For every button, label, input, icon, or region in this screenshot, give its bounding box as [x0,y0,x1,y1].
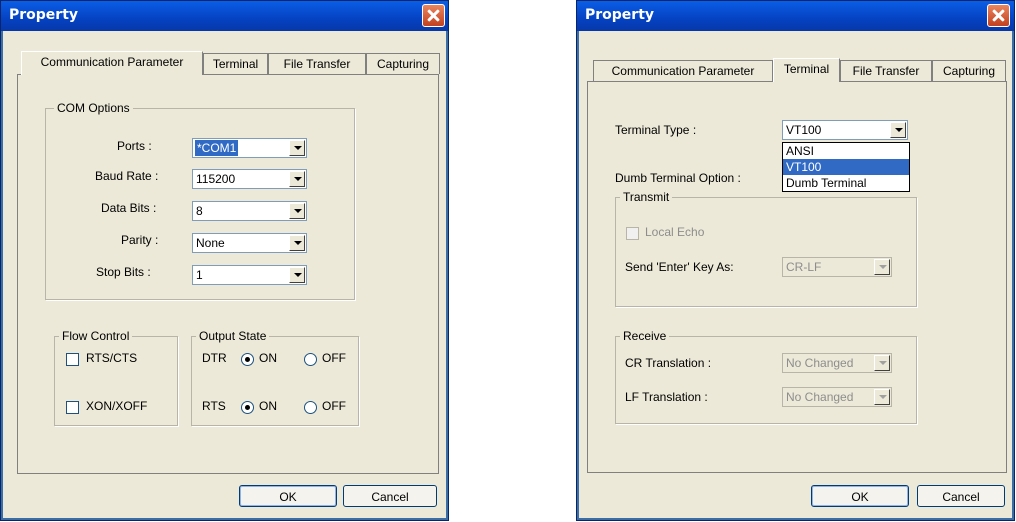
tab-capturing[interactable]: Capturing [932,60,1006,81]
lf-translation-value: No Changed [786,390,854,404]
terminal-type-select[interactable]: VT100 [782,120,908,140]
ports-select[interactable]: *COM1 [192,138,307,158]
cr-translation-select[interactable]: No Changed [782,353,892,373]
lf-translation-select[interactable]: No Changed [782,387,892,407]
parity-label: Parity : [121,233,159,247]
dtr-off-label[interactable]: OFF [322,351,346,365]
cr-translation-value: No Changed [786,356,854,370]
lf-translation-label: LF Translation : [625,390,708,404]
flow-control-legend: Flow Control [59,329,133,343]
dropdown-option-ansi[interactable]: ANSI [783,143,909,159]
stop-bits-select[interactable]: 1 [192,265,307,285]
terminal-type-dropdown: ANSI VT100 Dumb Terminal [782,142,910,192]
output-state-legend: Output State [196,329,270,343]
dropdown-option-vt100[interactable]: VT100 [783,159,909,175]
dropdown-option-dumb-terminal[interactable]: Dumb Terminal [783,175,909,191]
dtr-label: DTR [202,351,227,365]
baud-rate-value: 115200 [196,172,236,186]
rts-off-label[interactable]: OFF [322,399,346,413]
dialog-title: Property [585,7,655,23]
chevron-down-icon[interactable] [874,355,890,371]
data-bits-select[interactable]: 8 [192,201,307,221]
chevron-down-icon[interactable] [289,267,305,283]
property-dialog-left: Property Communication Parameter Termina… [0,0,449,521]
cancel-button[interactable]: Cancel [917,485,1005,507]
ok-button[interactable]: OK [239,485,337,507]
close-icon[interactable] [987,4,1010,27]
transmit-legend: Transmit [620,190,673,204]
rts-cts-checkbox[interactable] [66,353,79,366]
transmit-group: Transmit [615,190,917,307]
send-enter-select[interactable]: CR-LF [782,257,892,277]
local-echo-label[interactable]: Local Echo [645,225,704,239]
com-options-legend: COM Options [54,101,133,115]
chevron-down-icon[interactable] [874,389,890,405]
tab-terminal[interactable]: Terminal [203,53,268,74]
dialog-title: Property [9,7,79,23]
send-enter-label: Send 'Enter' Key As: [625,260,734,274]
cr-translation-label: CR Translation : [625,356,712,370]
stop-bits-label: Stop Bits : [96,265,151,279]
local-echo-checkbox[interactable] [626,227,639,240]
close-icon[interactable] [422,4,445,27]
chevron-down-icon[interactable] [890,122,906,138]
receive-legend: Receive [620,329,670,343]
rts-on-radio[interactable] [241,401,254,414]
dumb-terminal-option-label: Dumb Terminal Option : [615,171,741,185]
chevron-down-icon[interactable] [289,140,305,156]
rts-cts-label[interactable]: RTS/CTS [86,351,137,365]
parity-value: None [196,236,225,250]
chevron-down-icon[interactable] [289,203,305,219]
xon-xoff-checkbox[interactable] [66,401,79,414]
property-dialog-right: Property Communication Parameter Termina… [576,0,1015,521]
send-enter-value: CR-LF [786,260,822,274]
ports-label: Ports : [117,139,152,153]
data-bits-value: 8 [196,204,203,218]
dtr-off-radio[interactable] [304,353,317,366]
chevron-down-icon[interactable] [289,171,305,187]
tab-terminal[interactable]: Terminal [773,58,840,82]
rts-off-radio[interactable] [304,401,317,414]
tab-file-transfer[interactable]: File Transfer [840,60,932,81]
receive-group: Receive [615,329,917,424]
baud-rate-select[interactable]: 115200 [192,169,307,189]
rts-on-label[interactable]: ON [259,399,277,413]
title-bar[interactable]: Property [1,1,448,31]
tab-communication-parameter[interactable]: Communication Parameter [593,60,773,81]
data-bits-label: Data Bits : [101,201,157,215]
title-bar[interactable]: Property [577,1,1014,31]
dtr-on-label[interactable]: ON [259,351,277,365]
terminal-type-value: VT100 [786,123,822,137]
tab-capturing[interactable]: Capturing [366,53,440,74]
ports-value: *COM1 [195,140,239,156]
terminal-type-label: Terminal Type : [615,123,697,137]
cancel-button[interactable]: Cancel [343,485,437,507]
chevron-down-icon[interactable] [289,235,305,251]
tab-communication-parameter[interactable]: Communication Parameter [21,51,203,75]
ok-button[interactable]: OK [811,485,909,507]
dtr-on-radio[interactable] [241,353,254,366]
chevron-down-icon[interactable] [874,259,890,275]
xon-xoff-label[interactable]: XON/XOFF [86,399,147,413]
tab-file-transfer[interactable]: File Transfer [268,53,366,74]
baud-rate-label: Baud Rate : [95,169,159,183]
parity-select[interactable]: None [192,233,307,253]
stop-bits-value: 1 [196,268,203,282]
rts-label: RTS [202,399,226,413]
